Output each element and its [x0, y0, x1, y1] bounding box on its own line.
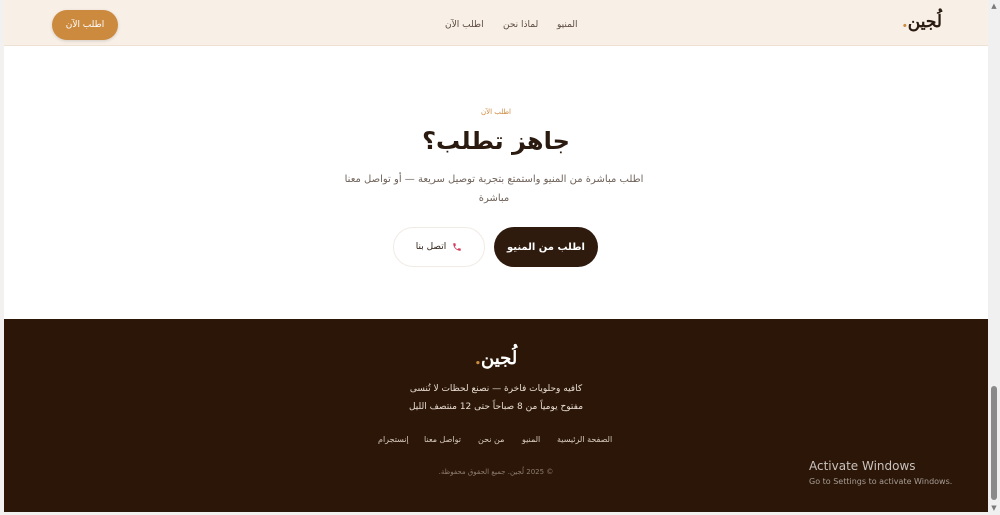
- scroll-down-arrow-icon[interactable]: ▼: [990, 504, 998, 512]
- vertical-scrollbar[interactable]: ▲ ▼: [988, 0, 1000, 515]
- footer-link-instagram[interactable]: إنستجرام: [378, 435, 409, 444]
- footer-tagline: كافيه وحلويات فاخرة — نصنع لحظات لا تُنس…: [409, 384, 583, 394]
- section-description: اطلب مباشرة من المنيو واستمتع بتجربة توص…: [344, 174, 644, 204]
- site-logo[interactable]: .لُجين: [902, 12, 942, 32]
- footer-logo-text: لُجين: [481, 348, 518, 369]
- phone-icon: [453, 243, 461, 251]
- page-viewport: اطلب الآن اطلب الآن لماذا نحن المنيو .لُ…: [4, 0, 988, 512]
- footer-link-contact[interactable]: تواصل معنا: [424, 435, 461, 444]
- section-eyebrow: اطلب الآن: [480, 108, 511, 116]
- nav-link-order-now[interactable]: اطلب الآن: [445, 20, 484, 30]
- nav-link-menu[interactable]: المنيو: [557, 20, 578, 30]
- footer-link-menu[interactable]: المنيو: [522, 435, 540, 444]
- footer-hours: مفتوح يومياً من 8 صباحاً حتى 12 منتصف ال…: [408, 402, 584, 412]
- watermark-subtitle: Go to Settings to activate Windows.: [809, 477, 953, 486]
- call-us-button[interactable]: اتصل بنا: [393, 227, 485, 267]
- nav-link-why-us[interactable]: لماذا نحن: [503, 20, 538, 30]
- call-us-label: اتصل بنا: [415, 242, 447, 252]
- footer-link-about[interactable]: من نحن: [478, 435, 504, 444]
- watermark-title: Activate Windows: [809, 459, 916, 473]
- footer-logo: .لُجين: [4, 348, 988, 369]
- order-from-menu-button[interactable]: اطلب من المنيو: [494, 227, 598, 267]
- site-footer: .لُجين كافيه وحلويات فاخرة — نصنع لحظات …: [4, 319, 988, 512]
- scroll-up-arrow-icon[interactable]: ▲: [990, 2, 998, 10]
- section-headline: جاهز تطلب؟: [422, 127, 570, 155]
- scrollbar-thumb[interactable]: [991, 386, 997, 500]
- logo-text: لُجين: [907, 12, 942, 32]
- site-header: اطلب الآن اطلب الآن لماذا نحن المنيو .لُ…: [4, 0, 988, 46]
- header-order-now-button[interactable]: اطلب الآن: [52, 10, 118, 40]
- windows-activation-watermark: Activate Windows Go to Settings to activ…: [809, 459, 952, 486]
- footer-link-home[interactable]: الصفحة الرئيسية: [557, 435, 612, 444]
